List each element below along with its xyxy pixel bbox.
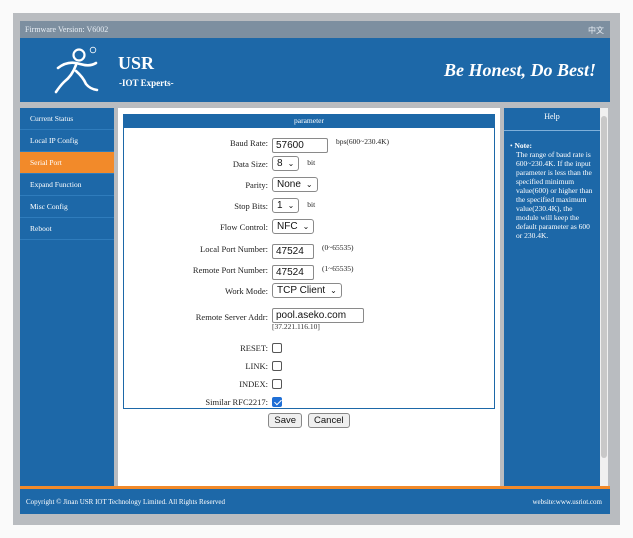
usr-logo-icon bbox=[54, 46, 99, 94]
sidebar-nav: Current Status Local IP Config Serial Po… bbox=[20, 108, 114, 486]
remote-server-row: Remote Server Addr: [37.221.116.10] bbox=[124, 305, 494, 335]
flow-control-select[interactable]: NFC ⌄ bbox=[272, 219, 315, 234]
help-panel: Help • Note: The range of baud rate is 6… bbox=[504, 108, 600, 486]
parity-label: Parity: bbox=[245, 180, 268, 190]
flow-control-row: Flow Control: NFC ⌄ bbox=[124, 219, 494, 237]
parity-row: Parity: None ⌄ bbox=[124, 177, 494, 195]
form-buttons: Save Cancel bbox=[118, 410, 500, 428]
brand-name: USR bbox=[118, 53, 155, 73]
parity-value: None bbox=[277, 179, 301, 190]
brand-tagline: -IOT Experts- bbox=[119, 78, 174, 88]
work-mode-row: Work Mode: TCP Client ⌄ bbox=[124, 283, 494, 301]
remote-server-input[interactable] bbox=[272, 308, 364, 323]
website-link[interactable]: website:www.usriot.com bbox=[532, 498, 602, 506]
rfc2217-checkbox[interactable] bbox=[272, 397, 282, 407]
panel-title: parameter bbox=[123, 114, 495, 128]
baud-rate-input[interactable] bbox=[272, 138, 328, 153]
firmware-version: Firmware Version: V6002 bbox=[25, 25, 109, 34]
remote-port-label: Remote Port Number: bbox=[192, 265, 268, 275]
data-size-select[interactable]: 8 ⌄ bbox=[272, 156, 300, 171]
sidebar-item-reboot[interactable]: Reboot bbox=[20, 218, 114, 240]
remote-port-input[interactable] bbox=[272, 265, 314, 280]
stop-bits-select[interactable]: 1 ⌄ bbox=[272, 198, 300, 213]
local-port-range: (0~65535) bbox=[322, 243, 354, 252]
parity-select[interactable]: None ⌄ bbox=[272, 177, 318, 192]
reset-label: RESET: bbox=[240, 343, 268, 353]
reset-checkbox[interactable] bbox=[272, 343, 282, 353]
chevron-down-icon: ⌄ bbox=[302, 222, 310, 231]
work-mode-value: TCP Client bbox=[277, 285, 326, 296]
remote-port-range: (1~65535) bbox=[322, 264, 354, 273]
local-port-row: Local Port Number: (0~65535) bbox=[124, 241, 494, 259]
help-body: • Note: The range of baud rate is 600~23… bbox=[504, 131, 600, 240]
copyright-text: Copyright © Jinan USR IOT Technology Lim… bbox=[26, 498, 226, 506]
link-label: LINK: bbox=[245, 361, 268, 371]
sidebar-item-serial-port[interactable]: Serial Port bbox=[20, 152, 114, 174]
page-scrollbar[interactable] bbox=[600, 108, 608, 486]
data-size-value: 8 bbox=[277, 158, 283, 169]
scrollbar-thumb[interactable] bbox=[601, 116, 607, 458]
resolved-ip: [37.221.116.10] bbox=[272, 322, 320, 331]
top-bar: Firmware Version: V6002 中文 bbox=[20, 21, 610, 38]
sidebar-item-local-ip-config[interactable]: Local IP Config bbox=[20, 130, 114, 152]
main-content: parameter Baud Rate: bps(600~230.4K) Dat… bbox=[118, 108, 500, 486]
help-title: Help bbox=[504, 108, 600, 131]
link-checkbox[interactable] bbox=[272, 361, 282, 371]
flow-control-label: Flow Control: bbox=[220, 222, 268, 232]
baud-rate-range: bps(600~230.4K) bbox=[336, 137, 390, 146]
rfc2217-label: Similar RFC2217: bbox=[205, 397, 268, 407]
stop-bits-row: Stop Bits: 1 ⌄ bit bbox=[124, 198, 494, 216]
sidebar-item-expand-function[interactable]: Expand Function bbox=[20, 174, 114, 196]
header: USR -IOT Experts- Be Honest, Do Best! bbox=[20, 38, 610, 102]
sidebar-item-current-status[interactable]: Current Status bbox=[20, 108, 114, 130]
parameter-form: Baud Rate: bps(600~230.4K) Data Size: 8⌄… bbox=[123, 128, 495, 409]
link-row: LINK: bbox=[124, 358, 494, 376]
help-note-label: Note: bbox=[514, 141, 533, 150]
reset-row: RESET: bbox=[124, 340, 494, 358]
slogan: Be Honest, Do Best! bbox=[443, 60, 596, 80]
chevron-down-icon: ⌄ bbox=[287, 159, 295, 168]
chevron-down-icon: ⌄ bbox=[305, 180, 313, 189]
help-text: The range of baud rate is 600~230.4K. If… bbox=[516, 150, 593, 240]
save-button[interactable]: Save bbox=[268, 413, 303, 428]
stop-bits-unit: bit bbox=[307, 200, 316, 209]
index-row: INDEX: bbox=[124, 376, 494, 394]
baud-rate-row: Baud Rate: bps(600~230.4K) bbox=[124, 135, 494, 153]
flow-control-value: NFC bbox=[277, 221, 298, 232]
cancel-button[interactable]: Cancel bbox=[308, 413, 350, 428]
stop-bits-value: 1 bbox=[277, 200, 283, 211]
baud-rate-label: Baud Rate: bbox=[229, 138, 268, 148]
local-port-label: Local Port Number: bbox=[200, 244, 268, 254]
footer: Copyright © Jinan USR IOT Technology Lim… bbox=[20, 486, 610, 514]
work-mode-label: Work Mode: bbox=[225, 286, 268, 296]
data-size-unit: bit bbox=[307, 158, 316, 167]
remote-port-row: Remote Port Number: (1~65535) bbox=[124, 262, 494, 280]
data-size-label: Data Size: bbox=[232, 159, 268, 169]
work-mode-select[interactable]: TCP Client ⌄ bbox=[272, 283, 342, 298]
stop-bits-label: Stop Bits: bbox=[234, 201, 268, 211]
remote-server-label: Remote Server Addr: bbox=[195, 312, 268, 322]
sidebar-item-misc-config[interactable]: Misc Config bbox=[20, 196, 114, 218]
data-size-row: Data Size: 8 ⌄ bit bbox=[124, 156, 494, 174]
index-checkbox[interactable] bbox=[272, 379, 282, 389]
chevron-down-icon: ⌄ bbox=[287, 201, 295, 210]
language-switch-link[interactable]: 中文 bbox=[588, 25, 604, 36]
index-label: INDEX: bbox=[239, 379, 268, 389]
local-port-input[interactable] bbox=[272, 244, 314, 259]
chevron-down-icon: ⌄ bbox=[330, 286, 337, 295]
